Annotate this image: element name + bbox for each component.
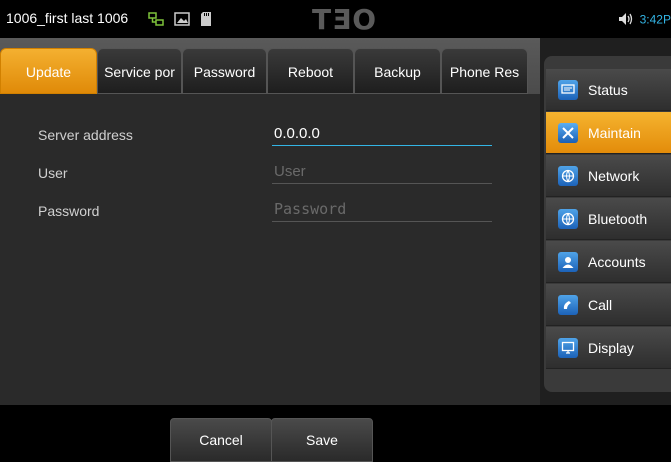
user-label: User: [38, 165, 68, 181]
status-right: 3:42P: [618, 12, 671, 29]
save-button[interactable]: Save: [271, 418, 373, 462]
tab-backup[interactable]: Backup: [354, 48, 441, 94]
sidebar-item-label: Network: [588, 168, 640, 184]
server-address-input[interactable]: [272, 121, 492, 146]
tab-reboot[interactable]: Reboot: [267, 48, 354, 94]
tab-service-port[interactable]: Service por: [97, 48, 182, 94]
sidebar-item-accounts[interactable]: Accounts: [546, 241, 671, 283]
tab-update[interactable]: Update: [0, 48, 97, 94]
sidebar-item-label: Accounts: [588, 254, 646, 270]
image-icon: [174, 11, 190, 32]
server-address-label: Server address: [38, 127, 133, 143]
sidebar-item-status[interactable]: Status: [546, 69, 671, 111]
volume-icon: [618, 12, 634, 29]
sidebar-item-call[interactable]: Call: [546, 284, 671, 326]
network-globe-icon: [558, 166, 578, 186]
sidebar-item-label: Bluetooth: [588, 211, 648, 227]
accounts-icon: [558, 252, 578, 272]
sdcard-icon: [200, 11, 212, 32]
update-form: Server address User Password Cancel Save: [0, 94, 540, 462]
sidebar-item-display[interactable]: Display: [546, 327, 671, 369]
main-panel: Update Service por Password Reboot Backu…: [0, 38, 540, 462]
tab-bar: Update Service por Password Reboot Backu…: [0, 48, 540, 94]
sidebar-item-maintain[interactable]: Maintain: [546, 112, 671, 154]
status-bar: 1006_first last 1006 TƎO 3:42P: [0, 0, 671, 38]
clock-suffix: P: [662, 12, 671, 27]
tab-phone-reset[interactable]: Phone Res: [441, 48, 528, 94]
settings-sidebar: Status Maintain Network Bluetooth Accoun…: [540, 38, 671, 405]
account-title: 1006_first last 1006: [6, 10, 129, 26]
call-icon: [558, 295, 578, 315]
sidebar-item-network[interactable]: Network: [546, 155, 671, 197]
status-icon: [558, 80, 578, 100]
bluetooth-globe-icon: [558, 209, 578, 229]
network-icon: [148, 11, 164, 32]
teo-logo: TƎO: [312, 3, 378, 36]
sidebar-item-label: Status: [588, 82, 628, 98]
clock: 3:42: [639, 12, 663, 27]
sidebar-item-label: Display: [588, 340, 634, 356]
password-input[interactable]: [272, 197, 492, 222]
display-icon: [558, 338, 578, 358]
tools-icon: [558, 123, 578, 143]
sidebar-item-label: Maintain: [588, 125, 641, 141]
tab-password[interactable]: Password: [182, 48, 267, 94]
sidebar-item-bluetooth[interactable]: Bluetooth: [546, 198, 671, 240]
user-input[interactable]: [272, 159, 492, 184]
password-label: Password: [38, 203, 100, 219]
sidebar-item-label: Call: [588, 297, 613, 313]
cancel-button[interactable]: Cancel: [170, 418, 272, 462]
